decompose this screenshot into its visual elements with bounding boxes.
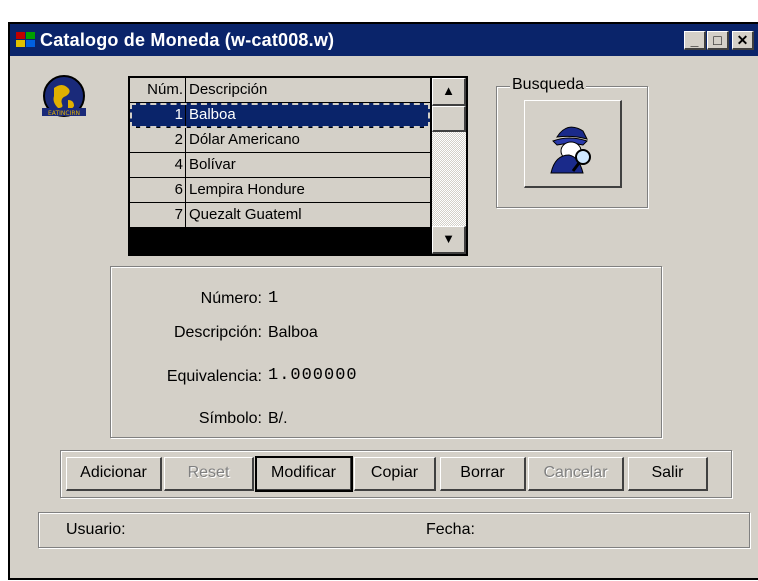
row-desc: Lempira Hondure: [189, 181, 305, 198]
equivalencia-label: Equivalencia:: [166, 368, 262, 385]
reset-button[interactable]: Reset: [164, 457, 254, 491]
column-header-num[interactable]: Núm.: [130, 78, 186, 102]
descripcion-value: Balboa: [268, 324, 318, 341]
simbolo-value: B/.: [268, 410, 288, 427]
table-row[interactable]: 1 Balboa: [130, 103, 430, 128]
vertical-scrollbar[interactable]: ▲ ▼: [432, 78, 466, 254]
currency-browse-table[interactable]: Núm. Descripción 1 Balboa 2 Dólar Americ…: [128, 76, 468, 256]
minimize-button[interactable]: _: [684, 31, 706, 50]
row-desc: Balboa: [189, 106, 236, 123]
numero-label: Número:: [200, 290, 262, 307]
simbolo-label: Símbolo:: [198, 410, 262, 427]
descripcion-label: Descripción:: [173, 324, 262, 341]
maximize-button[interactable]: □: [707, 31, 729, 50]
column-header-descripcion[interactable]: Descripción: [186, 78, 430, 102]
numero-value: 1: [268, 289, 280, 308]
table-row[interactable]: 4 Bolívar: [130, 153, 430, 178]
search-button[interactable]: [524, 100, 622, 188]
scroll-down-arrow-icon[interactable]: ▼: [432, 226, 466, 254]
row-num: 6: [130, 178, 186, 202]
row-num: 7: [130, 203, 186, 227]
row-num: 4: [130, 153, 186, 177]
copiar-button[interactable]: Copiar: [354, 457, 436, 491]
app-icon: [16, 32, 36, 48]
svg-text:EATINCIRN: EATINCIRN: [48, 110, 80, 117]
modificar-button[interactable]: Modificar: [255, 456, 353, 492]
status-bar: [38, 512, 750, 548]
row-desc: Quezalt Guateml: [189, 206, 302, 223]
table-row[interactable]: 2 Dólar Americano: [130, 128, 430, 153]
row-num: 1: [130, 103, 186, 127]
salir-button[interactable]: Salir: [628, 457, 708, 491]
equivalencia-value: 1.000000: [268, 366, 358, 385]
close-button[interactable]: ✕: [732, 31, 754, 50]
row-num: 2: [130, 128, 186, 152]
app-window: Catalogo de Moneda (w-cat008.w) _ □ ✕ EA…: [8, 22, 758, 580]
globe-logo-icon: EATINCIRN: [40, 74, 88, 122]
table-header: Núm. Descripción: [130, 78, 430, 102]
scroll-up-arrow-icon[interactable]: ▲: [432, 78, 466, 106]
table-row[interactable]: 6 Lempira Hondure: [130, 178, 430, 203]
table-row[interactable]: 7 Quezalt Guateml: [130, 203, 430, 228]
borrar-button[interactable]: Borrar: [440, 457, 526, 491]
detective-search-icon: [550, 126, 591, 174]
fecha-label: Fecha:: [426, 521, 475, 538]
window-title: Catalogo de Moneda (w-cat008.w): [40, 29, 335, 50]
scroll-thumb[interactable]: [432, 106, 466, 132]
usuario-label: Usuario:: [66, 521, 126, 538]
row-desc: Dólar Americano: [189, 131, 300, 148]
adicionar-button[interactable]: Adicionar: [66, 457, 162, 491]
cancelar-button[interactable]: Cancelar: [528, 457, 624, 491]
busqueda-label: Busqueda: [510, 76, 587, 94]
title-bar[interactable]: Catalogo de Moneda (w-cat008.w) _ □ ✕: [10, 24, 758, 56]
row-desc: Bolívar: [189, 156, 236, 173]
